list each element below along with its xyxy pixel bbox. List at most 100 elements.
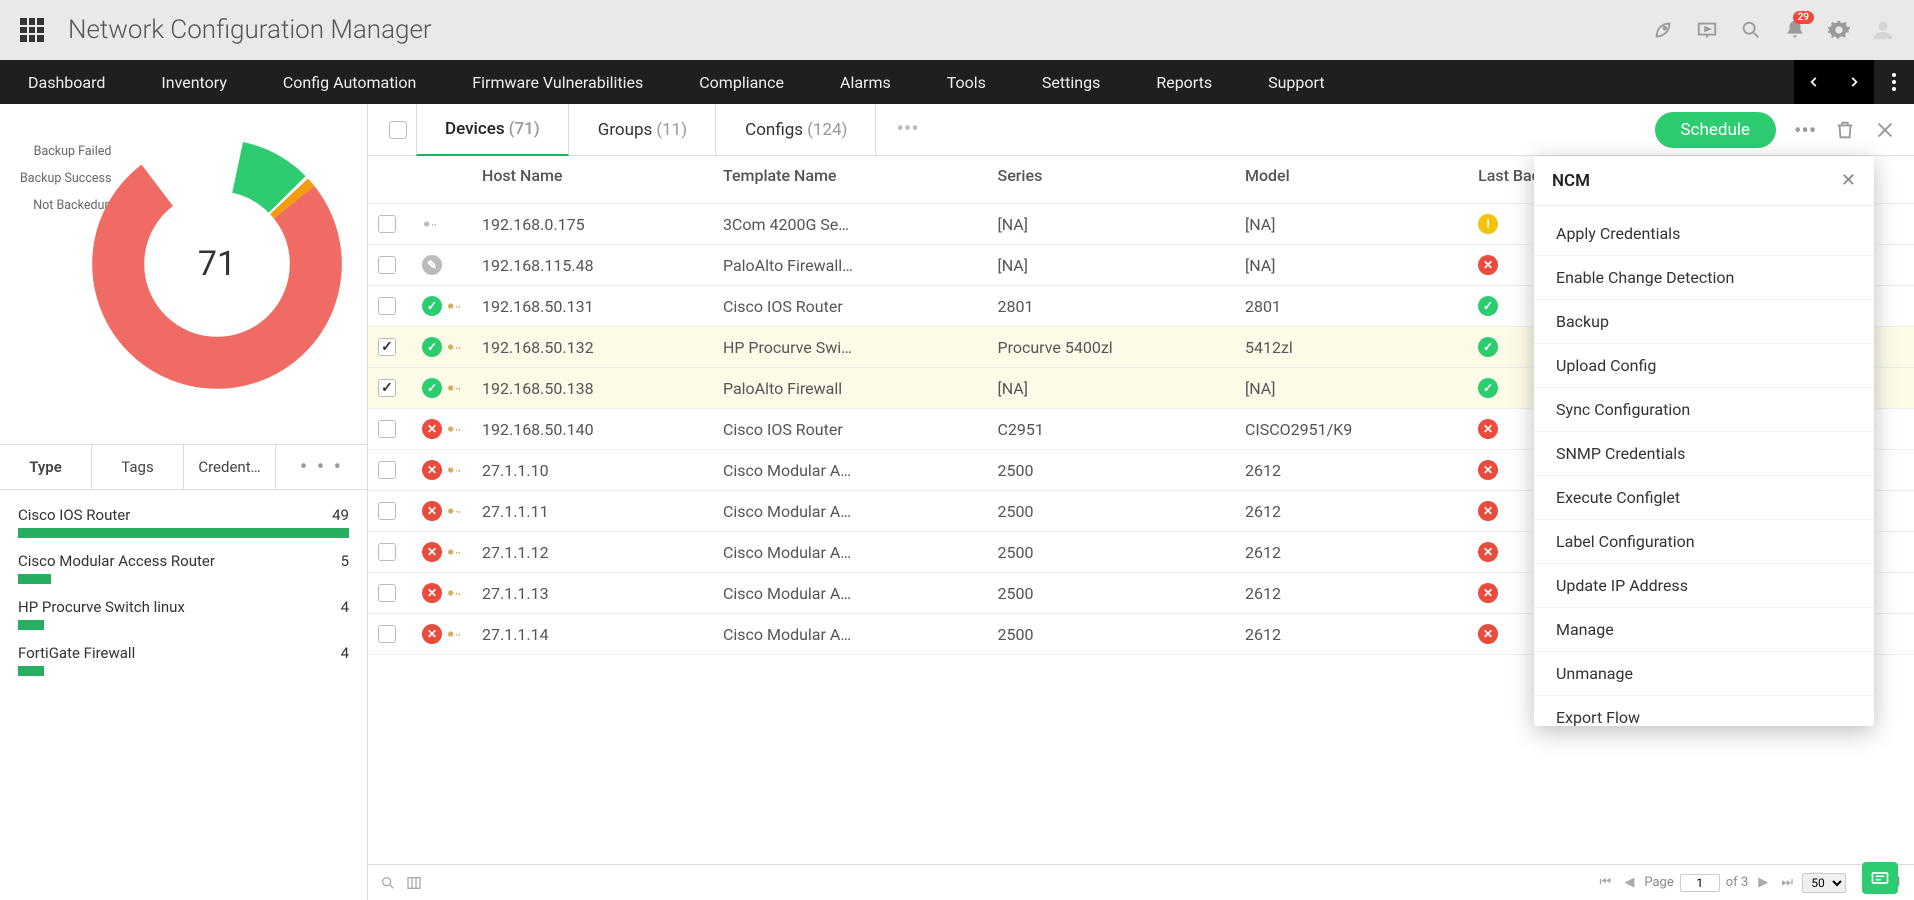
col-header[interactable]: Template Name xyxy=(713,156,988,204)
row-checkbox[interactable] xyxy=(378,543,396,561)
cell-model: CISCO2951/K9 xyxy=(1235,409,1468,450)
pager-page-input[interactable] xyxy=(1680,874,1720,892)
nav-scroll-right[interactable] xyxy=(1834,60,1874,104)
tab-configs[interactable]: Configs (124) xyxy=(716,104,876,156)
ncm-popup: NCM ✕ Apply CredentialsEnable Change Det… xyxy=(1534,156,1874,726)
col-header[interactable]: Host Name xyxy=(472,156,713,204)
gear-icon[interactable] xyxy=(1828,19,1850,41)
cell-template: Cisco IOS Router xyxy=(713,286,988,327)
row-checkbox[interactable] xyxy=(378,256,396,274)
col-header[interactable]: Series xyxy=(988,156,1235,204)
popup-item-export-flow[interactable]: Export Flow xyxy=(1534,696,1874,726)
topbar: Network Configuration Manager 29 xyxy=(0,0,1914,60)
side-tab-credent[interactable]: Credent… xyxy=(184,445,276,489)
cell-series: 2500 xyxy=(988,532,1235,573)
type-name: Cisco Modular Access Router xyxy=(18,552,215,570)
popup-item-update-ip-address[interactable]: Update IP Address xyxy=(1534,564,1874,608)
pager-page-label: Page xyxy=(1644,875,1673,890)
tab-groups[interactable]: Groups (11) xyxy=(569,104,716,156)
popup-item-execute-configlet[interactable]: Execute Configlet xyxy=(1534,476,1874,520)
nav-compliance[interactable]: Compliance xyxy=(671,60,812,104)
side-tab-tags[interactable]: Tags xyxy=(92,445,184,489)
pager-size-select[interactable]: 50 xyxy=(1802,873,1846,893)
pager-next[interactable]: ▶ xyxy=(1754,875,1772,890)
status-icons: ✓ xyxy=(422,337,462,357)
float-action-button[interactable] xyxy=(1862,862,1898,894)
nav-support[interactable]: Support xyxy=(1240,60,1352,104)
nav-alarms[interactable]: Alarms xyxy=(812,60,919,104)
popup-item-label-configuration[interactable]: Label Configuration xyxy=(1534,520,1874,564)
col-header[interactable]: Model xyxy=(1235,156,1468,204)
rocket-icon[interactable] xyxy=(1652,19,1674,41)
col-header[interactable] xyxy=(412,156,472,204)
popup-item-manage[interactable]: Manage xyxy=(1534,608,1874,652)
popup-item-backup[interactable]: Backup xyxy=(1534,300,1874,344)
popup-item-snmp-credentials[interactable]: SNMP Credentials xyxy=(1534,432,1874,476)
cell-model: 2801 xyxy=(1235,286,1468,327)
type-row[interactable]: HP Procurve Switch linux4 xyxy=(18,598,349,630)
cell-host: 192.168.115.48 xyxy=(472,245,713,286)
pager-first[interactable]: ⏮ xyxy=(1596,875,1614,890)
popup-item-sync-configuration[interactable]: Sync Configuration xyxy=(1534,388,1874,432)
col-header[interactable] xyxy=(368,156,412,204)
type-row[interactable]: FortiGate Firewall4 xyxy=(18,644,349,676)
cell-template: Cisco Modular A… xyxy=(713,573,988,614)
popup-item-unmanage[interactable]: Unmanage xyxy=(1534,652,1874,696)
cell-template: PaloAlto Firewall xyxy=(713,368,988,409)
popup-item-upload-config[interactable]: Upload Config xyxy=(1534,344,1874,388)
schedule-button[interactable]: Schedule xyxy=(1655,112,1776,148)
cell-series: 2801 xyxy=(988,286,1235,327)
trash-icon[interactable] xyxy=(1834,119,1856,141)
side-tab-type[interactable]: Type xyxy=(0,445,92,489)
cell-model: [NA] xyxy=(1235,368,1468,409)
search-icon[interactable] xyxy=(1740,19,1762,41)
cell-template: Cisco Modular A… xyxy=(713,614,988,655)
status-icons: ✕ xyxy=(422,419,462,439)
footer-columns-icon[interactable] xyxy=(406,875,422,891)
row-checkbox[interactable] xyxy=(378,625,396,643)
status-icons: ✕ xyxy=(422,542,462,562)
nav-firmware-vulnerabilities[interactable]: Firmware Vulnerabilities xyxy=(444,60,671,104)
cell-model: 5412zl xyxy=(1235,327,1468,368)
nav-reports[interactable]: Reports xyxy=(1128,60,1240,104)
select-all-checkbox[interactable] xyxy=(389,121,407,139)
nav-settings[interactable]: Settings xyxy=(1014,60,1128,104)
row-checkbox[interactable] xyxy=(378,461,396,479)
nav-scroll-left[interactable] xyxy=(1794,60,1834,104)
cell-series: 2500 xyxy=(988,491,1235,532)
popup-close-icon[interactable]: ✕ xyxy=(1841,170,1856,191)
footer-search-icon[interactable] xyxy=(380,875,396,891)
nav-tools[interactable]: Tools xyxy=(919,60,1014,104)
pager-prev[interactable]: ◀ xyxy=(1620,875,1638,890)
row-checkbox[interactable] xyxy=(378,420,396,438)
nav-more-icon[interactable] xyxy=(1874,60,1914,104)
presentation-icon[interactable] xyxy=(1696,19,1718,41)
row-checkbox[interactable] xyxy=(378,297,396,315)
popup-item-enable-change-detection[interactable]: Enable Change Detection xyxy=(1534,256,1874,300)
bell-icon[interactable]: 29 xyxy=(1784,19,1806,41)
type-row[interactable]: Cisco IOS Router49 xyxy=(18,506,349,538)
apps-icon[interactable] xyxy=(20,18,44,42)
popup-title: NCM xyxy=(1552,171,1590,191)
type-name: Cisco IOS Router xyxy=(18,506,130,524)
close-icon[interactable] xyxy=(1874,119,1896,141)
popup-item-apply-credentials[interactable]: Apply Credentials xyxy=(1534,212,1874,256)
side-tabs-more-icon[interactable]: • • • xyxy=(276,445,367,489)
type-count: 5 xyxy=(341,552,349,570)
row-checkbox[interactable] xyxy=(378,215,396,233)
tab-devices[interactable]: Devices (71) xyxy=(416,104,569,156)
row-checkbox[interactable] xyxy=(378,584,396,602)
tabs-more-icon[interactable]: ••• xyxy=(876,117,938,142)
pager-last[interactable]: ⏭ xyxy=(1778,875,1796,890)
row-checkbox[interactable] xyxy=(378,338,396,356)
avatar[interactable] xyxy=(1872,19,1894,41)
row-checkbox[interactable] xyxy=(378,502,396,520)
nav-inventory[interactable]: Inventory xyxy=(133,60,255,104)
row-checkbox[interactable] xyxy=(378,379,396,397)
type-name: FortiGate Firewall xyxy=(18,644,135,662)
cell-template: Cisco Modular A… xyxy=(713,491,988,532)
nav-config-automation[interactable]: Config Automation xyxy=(255,60,444,104)
nav-dashboard[interactable]: Dashboard xyxy=(0,60,133,104)
type-row[interactable]: Cisco Modular Access Router 5 xyxy=(18,552,349,584)
more-actions-icon[interactable]: ••• xyxy=(1794,119,1816,141)
